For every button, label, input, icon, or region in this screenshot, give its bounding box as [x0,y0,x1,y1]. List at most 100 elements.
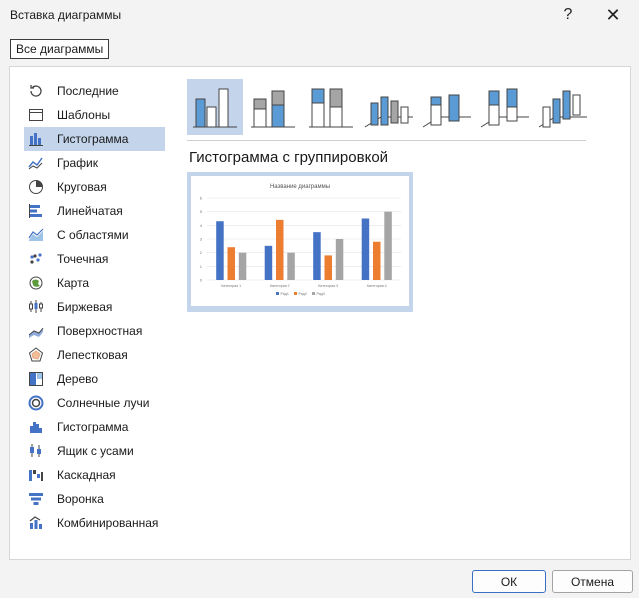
histogram-chart-icon [27,418,45,436]
category-item[interactable]: Точечная [24,247,165,271]
category-label: Дерево [57,372,99,386]
category-label: Лепестковая [57,348,128,362]
category-item[interactable]: График [24,151,165,175]
close-button[interactable]: ✕ [593,2,633,28]
divider [187,140,586,141]
bar [324,255,332,280]
legend-label: Ряд1 [281,292,289,296]
category-label: Последние [57,84,119,98]
legend-swatch [312,292,315,295]
map-chart-icon [27,274,45,292]
category-label: Ящик с усами [57,444,134,458]
category-label: Линейчатая [57,204,123,218]
3d-stacked-column-icon[interactable] [419,79,475,135]
3d-stacked-100-column-icon[interactable] [477,79,533,135]
y-tick-label: 6 [200,196,203,201]
y-tick-label: 3 [200,237,203,242]
recent-icon [27,82,45,100]
category-item[interactable]: Шаблоны [24,103,165,127]
funnel-chart-icon [27,490,45,508]
chart-preview[interactable]: Название диаграммы 0 1 2 3 4 5 6 Категория 1 Кате… [187,172,413,312]
preview-chart: Название диаграммы 0 1 2 3 4 5 6 Категория 1 Кате… [200,184,401,296]
bar [264,245,273,280]
category-list: Последние Шаблоны Гистограмма График Кругова… [24,79,165,535]
bar [276,219,284,280]
category-item[interactable]: Солнечные лучи [24,391,165,415]
bar [373,241,381,280]
category-label: Карта [57,276,90,290]
subtype-gallery [187,79,587,135]
stock-chart-icon [27,298,45,316]
category-item[interactable]: Каскадная [24,463,165,487]
category-item[interactable]: Ящик с усами [24,439,165,463]
category-item[interactable]: Последние [24,79,165,103]
category-item[interactable]: Биржевая [24,295,165,319]
category-item[interactable]: Лепестковая [24,343,165,367]
category-label: С областями [57,228,129,242]
category-label: Поверхностная [57,324,143,338]
line-chart-icon [27,154,45,172]
category-label: Шаблоны [57,108,111,122]
category-item[interactable]: Карта [24,271,165,295]
y-tick-label: 0 [200,278,203,283]
category-label: Комбинированная [57,516,159,530]
window-title: Вставка диаграммы [10,8,122,22]
box-whisker-chart-icon [27,442,45,460]
category-label: Биржевая [57,300,113,314]
pie-chart-icon [27,178,45,196]
y-tick-label: 2 [200,250,203,255]
bar [313,232,321,280]
tab-strip: Все диаграммы [10,39,110,59]
category-label: Солнечные лучи [57,396,150,410]
bar-chart-icon [27,202,45,220]
bar [335,239,344,280]
clustered-column-icon[interactable] [187,79,243,135]
ok-button[interactable]: ОК [472,570,546,593]
chart-title: Название диаграммы [270,184,330,190]
3d-clustered-column-icon[interactable] [361,79,417,135]
y-tick-label: 4 [200,223,203,228]
title-bar: Вставка диаграммы ? ✕ [0,0,639,30]
content-panel: Последние Шаблоны Гистограмма График Кругова… [9,66,631,560]
stacked-column-icon[interactable] [245,79,301,135]
x-tick-label: Категория 1 [221,284,241,288]
category-item[interactable]: Круговая [24,175,165,199]
tab-all-charts[interactable]: Все диаграммы [10,39,110,59]
category-item[interactable]: Воронка [24,487,165,511]
legend-label: Ряд2 [299,292,307,296]
bar [227,247,235,280]
scatter-chart-icon [27,250,45,268]
radar-chart-icon [27,346,45,364]
waterfall-chart-icon [27,466,45,484]
category-item[interactable]: Дерево [24,367,165,391]
sunburst-chart-icon [27,394,45,412]
bar [287,252,295,280]
category-item[interactable]: Поверхностная [24,319,165,343]
treemap-chart-icon [27,370,45,388]
category-label: Воронка [57,492,104,506]
y-tick-label: 1 [200,264,203,269]
category-label: Каскадная [57,468,116,482]
category-item[interactable]: Комбинированная [24,511,165,535]
category-label: Круговая [57,180,107,194]
category-item[interactable]: Гистограмма [24,127,165,151]
x-tick-label: Категория 3 [318,284,338,288]
bar [216,221,224,280]
legend-swatch [276,292,279,295]
stacked-100-column-icon[interactable] [303,79,359,135]
category-label: Точечная [57,252,109,266]
3d-column-icon[interactable] [535,79,591,135]
y-tick-label: 5 [200,209,203,214]
bar [238,252,247,280]
templates-icon [27,106,45,124]
help-button[interactable]: ? [548,2,588,28]
legend-label: Ряд3 [317,292,325,296]
category-list-pane: Последние Шаблоны Гистограмма График Кругова… [24,79,165,553]
cancel-button[interactable]: Отмена [552,570,633,593]
area-chart-icon [27,226,45,244]
bar [361,218,370,280]
category-item[interactable]: Гистограмма [24,415,165,439]
x-tick-label: Категория 4 [367,284,387,288]
category-item[interactable]: Линейчатая [24,199,165,223]
category-item[interactable]: С областями [24,223,165,247]
